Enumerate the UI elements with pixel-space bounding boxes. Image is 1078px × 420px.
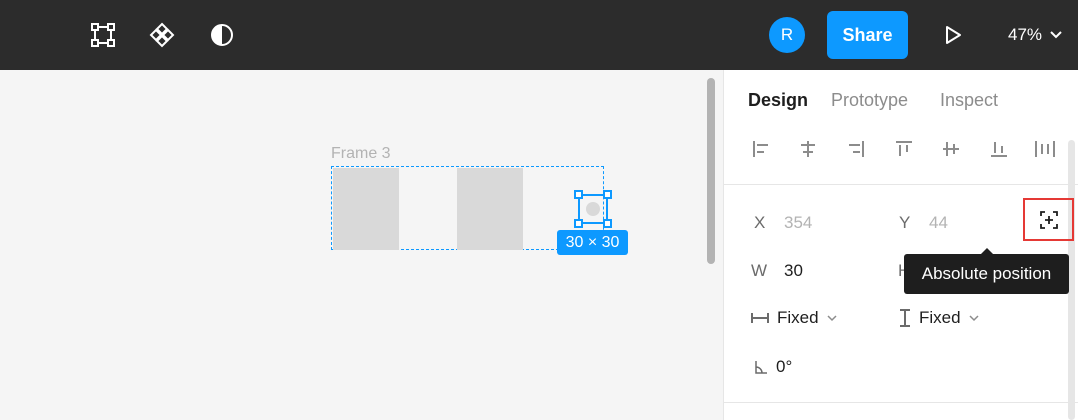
contrast-icon[interactable] bbox=[207, 20, 237, 50]
selected-ellipse[interactable] bbox=[574, 190, 612, 228]
toolbar: R Share 47% bbox=[0, 0, 1078, 70]
divider bbox=[724, 402, 1078, 403]
frame-label[interactable]: Frame 3 bbox=[331, 145, 391, 163]
tab-design[interactable]: Design bbox=[748, 90, 808, 111]
w-input[interactable]: 30 bbox=[784, 261, 803, 281]
x-label: X bbox=[754, 213, 766, 232]
canvas[interactable]: Frame 3 30 × 30 bbox=[0, 70, 723, 420]
tooltip-arrow bbox=[980, 248, 993, 254]
divider bbox=[724, 184, 1078, 185]
chevron-down-icon bbox=[827, 314, 837, 321]
resize-handle[interactable] bbox=[574, 190, 583, 199]
align-vertical-center-icon[interactable] bbox=[938, 136, 964, 162]
align-bottom-icon[interactable] bbox=[986, 136, 1012, 162]
resize-handle[interactable] bbox=[603, 190, 612, 199]
y-input[interactable]: 44 bbox=[929, 213, 948, 233]
horizontal-resize-icon bbox=[751, 313, 769, 323]
panel-scrollbar[interactable] bbox=[1068, 140, 1075, 420]
horizontal-resizing-dropdown[interactable]: Fixed bbox=[751, 308, 837, 328]
vertical-resizing-dropdown[interactable]: Fixed bbox=[899, 308, 979, 328]
rectangle[interactable] bbox=[333, 168, 399, 250]
component-icon[interactable] bbox=[147, 20, 177, 50]
tab-prototype[interactable]: Prototype bbox=[831, 90, 908, 111]
rotation-icon bbox=[755, 361, 767, 374]
tooltip-text: Absolute position bbox=[921, 264, 1052, 283]
align-top-icon[interactable] bbox=[891, 136, 917, 162]
vertical-resize-icon bbox=[900, 309, 910, 327]
tab-inspect[interactable]: Inspect bbox=[940, 90, 998, 111]
frame-icon[interactable] bbox=[88, 20, 118, 50]
distribute-icon[interactable] bbox=[1032, 136, 1058, 162]
avatar[interactable]: R bbox=[769, 17, 805, 53]
share-button[interactable]: Share bbox=[827, 11, 908, 59]
y-label: Y bbox=[899, 213, 911, 232]
chevron-down-icon bbox=[1050, 31, 1062, 39]
horizontal-resizing-value: Fixed bbox=[777, 308, 819, 327]
tooltip: Absolute position bbox=[904, 248, 1069, 294]
ellipse bbox=[586, 202, 600, 216]
rotation-field[interactable]: 0° bbox=[754, 357, 792, 377]
resize-handle[interactable] bbox=[574, 219, 583, 228]
design-panel: Design Prototype Inspect X 354 Y 44 W 30… bbox=[723, 70, 1078, 420]
absolute-position-button[interactable] bbox=[1023, 198, 1074, 241]
vertical-resizing-value: Fixed bbox=[919, 308, 961, 327]
align-horizontal-center-icon[interactable] bbox=[795, 136, 821, 162]
w-label: W bbox=[751, 261, 768, 280]
zoom-dropdown[interactable]: 47% bbox=[1008, 22, 1062, 48]
rectangle[interactable] bbox=[457, 168, 523, 250]
rotation-value: 0° bbox=[776, 357, 793, 376]
play-icon[interactable] bbox=[940, 22, 966, 48]
resize-handle[interactable] bbox=[603, 219, 612, 228]
canvas-scrollbar[interactable] bbox=[707, 78, 715, 264]
size-badge: 30 × 30 bbox=[557, 230, 628, 255]
align-right-icon[interactable] bbox=[843, 136, 869, 162]
x-input[interactable]: 354 bbox=[784, 213, 812, 233]
align-left-icon[interactable] bbox=[748, 136, 774, 162]
chevron-down-icon bbox=[969, 314, 979, 321]
alignment-toolbar bbox=[748, 136, 1068, 162]
zoom-label: 47% bbox=[1008, 25, 1043, 44]
absolute-position-icon bbox=[1039, 210, 1058, 229]
